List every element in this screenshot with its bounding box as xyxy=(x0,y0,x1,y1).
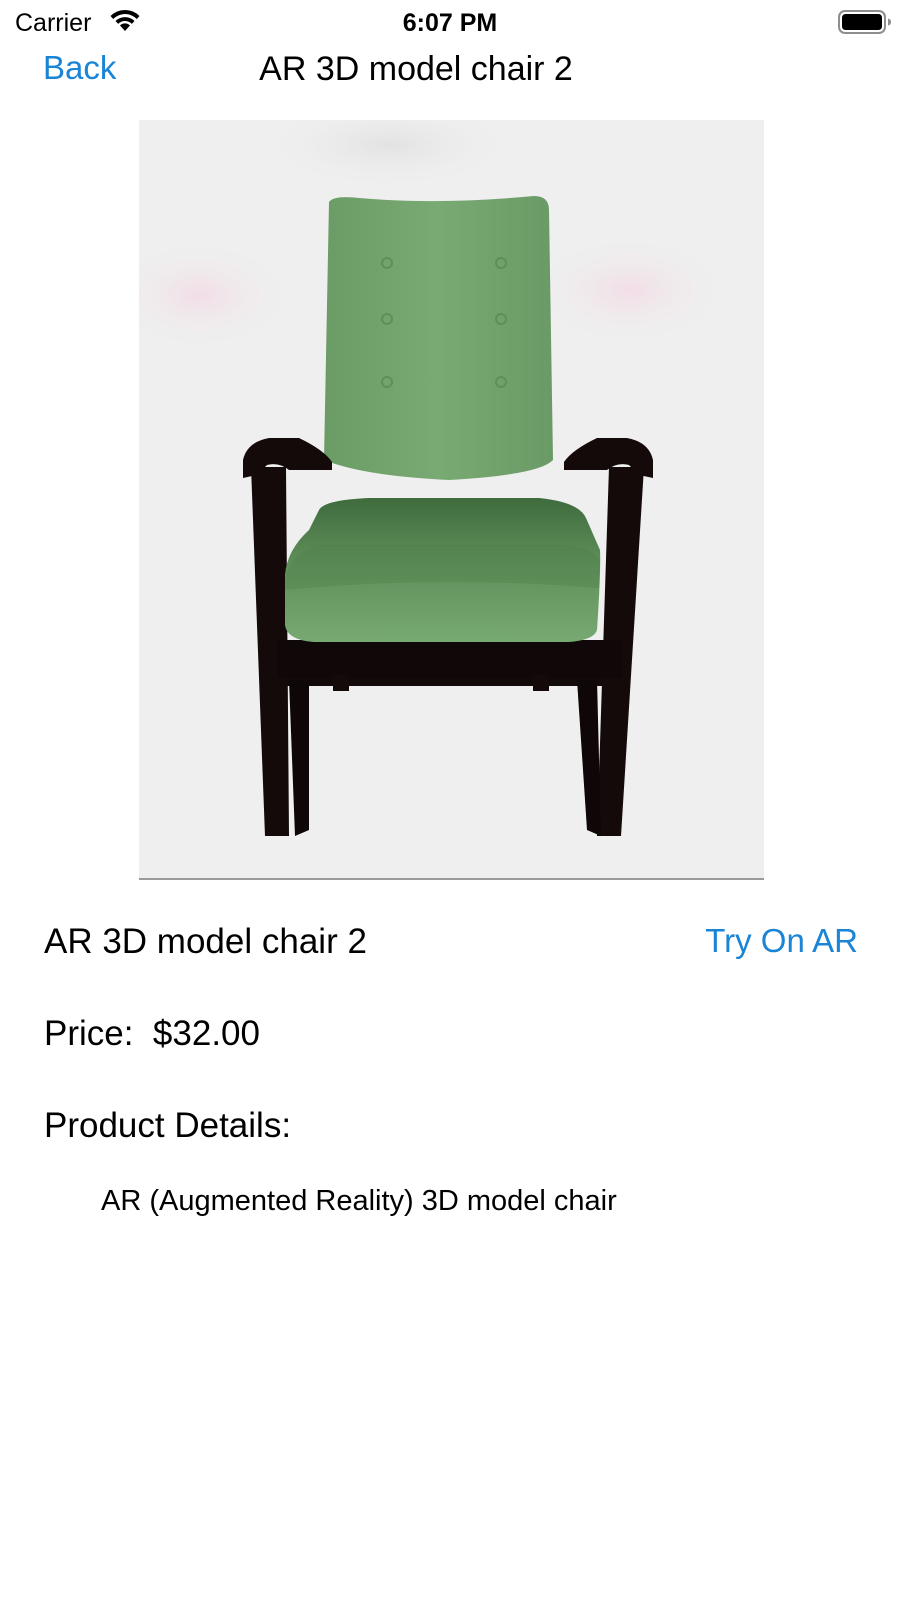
battery-icon xyxy=(838,10,891,34)
try-on-ar-button[interactable]: Try On AR xyxy=(705,920,858,962)
product-name: AR 3D model chair 2 xyxy=(44,922,367,961)
product-details-heading: Product Details: xyxy=(44,1106,292,1145)
product-image xyxy=(139,120,764,880)
page-title: AR 3D model chair 2 xyxy=(259,50,573,88)
price-label: Price: xyxy=(44,1014,134,1053)
price-value: $32.00 xyxy=(152,1014,260,1053)
status-bar: Carrier 6:07 PM xyxy=(0,0,900,44)
product-details-text: AR (Augmented Reality) 3D model chair xyxy=(101,1185,617,1217)
price-row: Price: $32.00 xyxy=(44,1012,260,1056)
status-time: 6:07 PM xyxy=(402,9,498,37)
chair-image xyxy=(139,120,729,836)
